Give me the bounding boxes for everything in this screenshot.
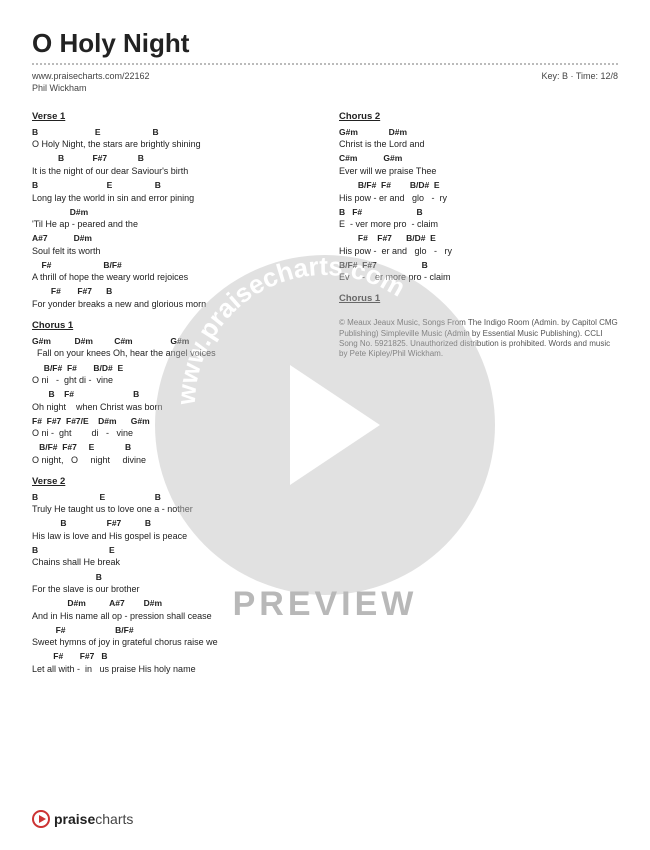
chord-line: B (32, 572, 311, 583)
footer-brand-bold: praise (54, 811, 95, 827)
section-chorus-1: Chorus 1 (32, 320, 311, 333)
lyric-line: E - ver more pro - claim (339, 218, 618, 230)
right-column: Chorus 2 G#m D#m Christ is the Lord and … (339, 111, 618, 678)
chord-line: F# F#7 F#7/E D#m G#m (32, 416, 311, 427)
chord-line: B F# B (339, 207, 618, 218)
chord-line: B E B (32, 180, 311, 191)
chord-line: G#m D#m C#m G#m (32, 336, 311, 347)
chord-line: B/F# F#7 E B (32, 442, 311, 453)
lyric-line: Long lay the world in sin and error pini… (32, 192, 311, 204)
meta-row: www.praisecharts.com/22162 Key: B · Time… (32, 71, 618, 81)
lyric-line: 'Til He ap - peared and the (32, 218, 311, 230)
chord-line: B/F# F# B/D# E (339, 180, 618, 191)
chord-line: A#7 D#m (32, 233, 311, 244)
chord-line: B F#7 B (32, 518, 311, 529)
chord-line: F# B/F# (32, 625, 311, 636)
section-verse-1: Verse 1 (32, 111, 311, 124)
lyric-line: Let all with - in us praise His holy nam… (32, 663, 311, 675)
lyric-line: O ni - ght di - vine (32, 374, 311, 386)
chord-line: B/F# F# B/D# E (32, 363, 311, 374)
lyric-line: His pow - er and glo - ry (339, 192, 618, 204)
chord-line: C#m G#m (339, 153, 618, 164)
chord-line: B E B (32, 492, 311, 503)
footer-brand-light: charts (95, 811, 133, 827)
lyric-line: O ni - ght di - vine (32, 427, 311, 439)
lyric-columns: Verse 1 B E B O Holy Night, the stars ar… (32, 111, 618, 678)
chord-line: B F#7 B (32, 153, 311, 164)
lyric-line: And in His name all op - pression shall … (32, 610, 311, 622)
lyric-line: Chains shall He break (32, 556, 311, 568)
chord-line: F# B/F# (32, 260, 311, 271)
lyric-line: For yonder breaks a new and glorious mor… (32, 298, 311, 310)
lyric-line: Ever will we praise Thee (339, 165, 618, 177)
chord-line: F# F#7 B (32, 286, 311, 297)
artist-name: Phil Wickham (32, 83, 618, 93)
footer-brand: praisecharts (32, 810, 133, 828)
chord-line: F# F#7 B/D# E (339, 233, 618, 244)
lyric-line: O night, O night divine (32, 454, 311, 466)
chord-line: D#m A#7 D#m (32, 598, 311, 609)
song-title: O Holy Night (32, 28, 618, 59)
section-chorus-2: Chorus 2 (339, 111, 618, 124)
brand-play-icon (32, 810, 50, 828)
footer-brand-text: praisecharts (54, 811, 133, 827)
lyric-line: Oh night when Christ was born (32, 401, 311, 413)
chord-line: B F# B (32, 389, 311, 400)
section-chorus-1-repeat: Chorus 1 (339, 293, 618, 306)
lyric-line: His law is love and His gospel is peace (32, 530, 311, 542)
lyric-line: A thrill of hope the weary world rejoice… (32, 271, 311, 283)
copyright-text: © Meaux Jeaux Music, Songs From The Indi… (339, 318, 618, 360)
lyric-line: Sweet hymns of joy in grateful chorus ra… (32, 636, 311, 648)
lyric-line: For the slave is our brother (32, 583, 311, 595)
chord-line: B E (32, 545, 311, 556)
source-url: www.praisecharts.com/22162 (32, 71, 150, 81)
lyric-line: O Holy Night, the stars are brightly shi… (32, 138, 311, 150)
chord-line: B E B (32, 127, 311, 138)
lyric-line: Soul felt its worth (32, 245, 311, 257)
triangle-icon (39, 815, 46, 823)
lyric-line: His pow - er and glo - ry (339, 245, 618, 257)
chord-line: F# F#7 B (32, 651, 311, 662)
lyric-line: Ev - er more pro - claim (339, 271, 618, 283)
chord-line: D#m (32, 207, 311, 218)
section-verse-2: Verse 2 (32, 476, 311, 489)
lyric-line: Christ is the Lord and (339, 138, 618, 150)
key-time: Key: B · Time: 12/8 (541, 71, 618, 81)
left-column: Verse 1 B E B O Holy Night, the stars ar… (32, 111, 311, 678)
chord-line: G#m D#m (339, 127, 618, 138)
divider (32, 63, 618, 65)
lyric-line: Truly He taught us to love one a - nothe… (32, 503, 311, 515)
lyric-line: It is the night of our dear Saviour's bi… (32, 165, 311, 177)
lyric-line: Fall on your knees Oh, hear the angel vo… (32, 347, 311, 359)
chord-line: B/F# F#7 B (339, 260, 618, 271)
